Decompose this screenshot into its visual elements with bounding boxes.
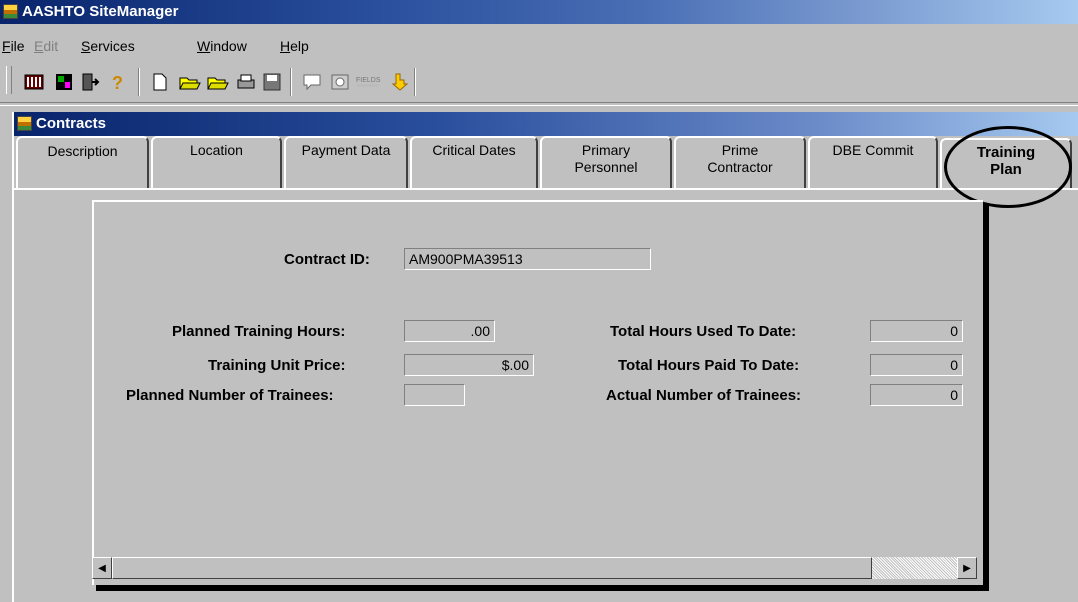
menu-edit[interactable]: Edit [34, 38, 58, 54]
svg-text:?: ? [112, 73, 123, 92]
open-folder-2-icon[interactable] [206, 70, 230, 94]
scroll-left-icon[interactable]: ◀ [92, 557, 112, 579]
help-icon[interactable]: ? [106, 70, 130, 94]
tab-location[interactable]: Location [151, 136, 282, 188]
panel-shadow [96, 585, 989, 591]
fields-icon[interactable]: FIELDS [354, 70, 382, 94]
contracts-title-bar: Contracts [14, 112, 1078, 136]
toolbar-grip[interactable] [6, 66, 12, 94]
app-title-bar: AASHTO SiteManager [0, 0, 1078, 24]
menu-help[interactable]: Help [280, 38, 309, 54]
scrollbar-thumb[interactable] [112, 557, 872, 579]
total-hours-used-to-date-field[interactable]: 0 [870, 320, 963, 342]
app-title: AASHTO SiteManager [22, 3, 179, 20]
scroll-right-icon[interactable]: ▶ [957, 557, 977, 579]
menu-bar: File Edit Services Window Help [0, 34, 1078, 56]
tab-dbe-commit[interactable]: DBE Commit [808, 136, 938, 188]
tab-training-plan[interactable]: Training Plan [940, 138, 1072, 190]
pointer-icon[interactable] [388, 70, 412, 94]
tab-strip-line [14, 188, 1078, 190]
tab-payment-data[interactable]: Payment Data [284, 136, 408, 188]
window-icon [17, 116, 32, 131]
window-title: Contracts [36, 115, 107, 132]
actual-number-of-trainees-label: Actual Number of Trainees: [606, 387, 802, 404]
comment-icon[interactable] [300, 70, 324, 94]
app-icon [3, 4, 18, 19]
training-unit-price-field[interactable]: $.00 [404, 354, 534, 376]
planned-training-hours-label: Planned Training Hours: [172, 323, 346, 340]
tab-description[interactable]: Description [16, 136, 149, 188]
planned-training-hours-field[interactable]: .00 [404, 320, 495, 342]
calculator-icon[interactable] [22, 70, 46, 94]
browse-icon[interactable] [328, 70, 352, 94]
toolbar: ? FIELDS [0, 62, 1078, 102]
training-unit-price-label: Training Unit Price: [208, 357, 346, 374]
actual-number-of-trainees-field[interactable]: 0 [870, 384, 963, 406]
svg-text:FIELDS: FIELDS [356, 77, 381, 84]
total-hours-paid-to-date-label: Total Hours Paid To Date: [618, 357, 800, 374]
tab-critical-dates[interactable]: Critical Dates [410, 136, 538, 188]
exit-door-icon[interactable] [78, 70, 102, 94]
planned-number-of-trainees-label: Planned Number of Trainees: [126, 387, 334, 404]
total-hours-used-to-date-label: Total Hours Used To Date: [610, 323, 797, 340]
toolbar-separator [290, 68, 292, 96]
contract-id-label: Contract ID: [284, 251, 370, 268]
panel-shadow [983, 204, 989, 589]
total-hours-paid-to-date-field[interactable]: 0 [870, 354, 963, 376]
save-icon[interactable] [260, 70, 284, 94]
tab-primary-personnel[interactable]: Primary Personnel [540, 136, 672, 188]
menu-services[interactable]: Services [81, 38, 135, 54]
toolbar-separator [138, 68, 140, 96]
scrollbar-track[interactable] [872, 557, 957, 579]
tools-icon[interactable] [52, 70, 76, 94]
planned-number-of-trainees-field[interactable] [404, 384, 465, 406]
new-document-icon[interactable] [148, 70, 172, 94]
menu-window[interactable]: Window [197, 38, 247, 54]
menu-file[interactable]: File [2, 38, 25, 54]
print-icon[interactable] [234, 70, 258, 94]
toolbar-divider [0, 102, 1078, 106]
horizontal-scrollbar[interactable]: ◀ ▶ [92, 557, 977, 579]
toolbar-separator [414, 68, 416, 96]
contract-id-field[interactable]: AM900PMA39513 [404, 248, 651, 270]
open-folder-icon[interactable] [178, 70, 202, 94]
tab-prime-contractor[interactable]: Prime Contractor [674, 136, 806, 188]
